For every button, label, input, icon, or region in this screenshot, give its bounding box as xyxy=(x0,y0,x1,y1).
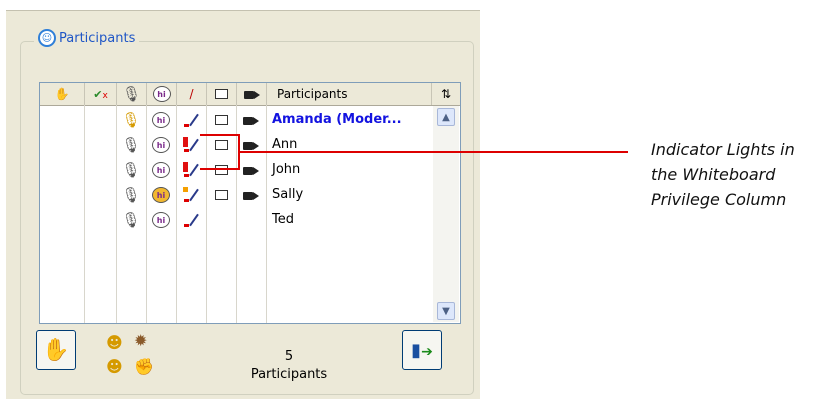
participant-name[interactable]: Amanda (Moder... xyxy=(272,112,402,127)
participants-column-label: Participants xyxy=(277,87,348,101)
chat-bubble-icon[interactable]: hi xyxy=(152,186,170,204)
participants-group-title: ☺ Participants xyxy=(34,29,140,47)
callout-text: Indicator Lights in the Whiteboard Privi… xyxy=(651,137,816,212)
sort-icon: ⇅ xyxy=(440,87,452,101)
participant-row[interactable]: 🎙 hi Amanda (Moder... xyxy=(40,108,432,132)
whiteboard-column-header[interactable]: / xyxy=(177,83,207,105)
panel-title: Participants xyxy=(59,30,136,46)
participant-row[interactable]: 🎙 hi Ann xyxy=(40,133,432,157)
screen-share-icon xyxy=(215,89,228,99)
microphone-icon[interactable]: 🎙 xyxy=(121,136,140,154)
raise-hand-column-header[interactable]: ✋ xyxy=(40,83,85,105)
participant-count-number: 5 xyxy=(284,349,294,364)
whiteboard-pen-icon[interactable] xyxy=(182,111,200,129)
microphone-icon[interactable]: 🎙 xyxy=(121,186,140,204)
participant-name[interactable]: Sally xyxy=(272,187,303,202)
callout-pointer xyxy=(238,151,628,153)
screen-share-column-header[interactable] xyxy=(207,83,237,105)
chat-bubble-icon[interactable]: hi xyxy=(152,211,170,229)
thumbs-down-icon[interactable]: ✊ xyxy=(134,357,154,376)
chevron-up-icon: ▲ xyxy=(442,111,450,123)
scroll-down-button[interactable]: ▼ xyxy=(437,302,455,320)
whiteboard-pen-icon[interactable] xyxy=(182,211,200,229)
laugh-icon[interactable]: ☻ xyxy=(106,357,123,376)
check-x-icon: ✔x xyxy=(93,87,108,101)
whiteboard-indicator-light xyxy=(183,137,188,147)
participants-icon: ☺ xyxy=(38,29,56,47)
screen-share-icon[interactable] xyxy=(212,161,230,179)
sort-button[interactable]: ⇅ xyxy=(433,83,459,105)
participants-panel: ☺ Participants ✋ ✔x 🎙 hi / Participants … xyxy=(6,10,480,399)
chevron-down-icon: ▼ xyxy=(442,305,450,317)
raise-hand-icon: ✋ xyxy=(54,87,70,101)
chat-column-header[interactable]: hi xyxy=(147,83,177,105)
participant-name[interactable]: Ann xyxy=(272,137,297,152)
callout-line-2: the Whiteboard xyxy=(651,165,776,184)
participant-name[interactable]: Ted xyxy=(272,212,294,227)
applause-icon[interactable]: ✹ xyxy=(134,331,147,350)
participants-list: ✋ ✔x 🎙 hi / Participants ⇅ 🎙 hi Amanda (Mo… xyxy=(39,82,461,324)
smiley-icon[interactable]: ☻ xyxy=(106,333,123,352)
checkmark-column-header[interactable]: ✔x xyxy=(85,83,117,105)
video-camera-icon[interactable] xyxy=(242,161,260,179)
whiteboard-pen-icon[interactable] xyxy=(182,136,200,154)
microphone-column-header[interactable]: 🎙 xyxy=(117,83,147,105)
microphone-icon[interactable]: 🎙 xyxy=(121,161,140,179)
callout-line-1: Indicator Lights in xyxy=(651,140,795,159)
microphone-icon[interactable]: 🎙 xyxy=(121,111,140,129)
participant-row[interactable]: 🎙 hi John xyxy=(40,158,432,182)
callout-line xyxy=(200,134,240,136)
whiteboard-pen-icon[interactable] xyxy=(182,186,200,204)
screen-share-icon[interactable] xyxy=(212,186,230,204)
whiteboard-pen-icon: / xyxy=(189,87,194,101)
callout-line xyxy=(200,168,240,170)
participant-row[interactable]: 🎙 hi Sally xyxy=(40,183,432,207)
exit-meeting-button[interactable]: ▮➔ xyxy=(402,330,442,370)
chat-bubble-icon[interactable]: hi xyxy=(152,111,170,129)
video-camera-icon xyxy=(243,90,260,99)
microphone-icon[interactable]: 🎙 xyxy=(121,211,140,229)
video-camera-icon[interactable] xyxy=(242,111,260,129)
participant-row[interactable]: 🎙 hi Ted xyxy=(40,208,432,232)
whiteboard-pen-icon[interactable] xyxy=(182,161,200,179)
whiteboard-indicator-light xyxy=(183,162,188,172)
raise-hand-button[interactable]: ✋ xyxy=(36,330,76,370)
participants-column-header[interactable]: Participants xyxy=(267,83,432,105)
chat-bubble-icon[interactable]: hi xyxy=(152,136,170,154)
exit-door-icon: ▮➔ xyxy=(411,339,433,361)
list-header: ✋ ✔x 🎙 hi / Participants ⇅ xyxy=(40,83,460,106)
chat-bubble-icon: hi xyxy=(152,86,171,102)
participant-count-label: Participants xyxy=(250,367,328,382)
chat-bubble-icon[interactable]: hi xyxy=(152,161,170,179)
participant-count: 5 Participants xyxy=(244,348,334,384)
video-column-header[interactable] xyxy=(237,83,267,105)
microphone-icon: 🎙 xyxy=(121,85,142,103)
video-camera-icon[interactable] xyxy=(242,186,260,204)
vertical-scrollbar[interactable]: ▲ ▼ xyxy=(433,106,459,322)
screen-share-icon[interactable] xyxy=(212,136,230,154)
scroll-up-button[interactable]: ▲ xyxy=(437,108,455,126)
raise-hand-icon: ✋ xyxy=(42,337,70,363)
whiteboard-indicator-light xyxy=(183,187,188,192)
participant-name[interactable]: John xyxy=(272,162,300,177)
screen-share-icon[interactable] xyxy=(212,111,230,129)
callout-line-3: Privilege Column xyxy=(651,190,787,209)
